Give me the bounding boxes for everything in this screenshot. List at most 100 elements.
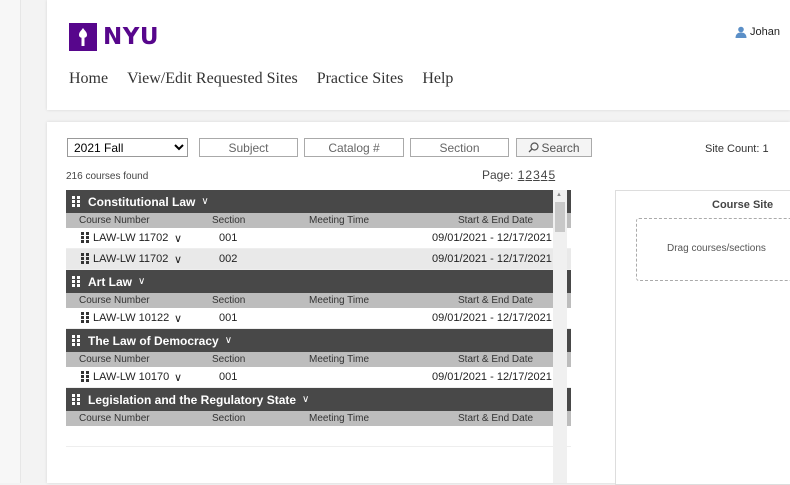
column-header-row: Course Number Section Meeting Time Start… — [66, 213, 571, 228]
drag-handle-icon[interactable] — [72, 334, 81, 347]
drag-handle-icon[interactable] — [81, 253, 90, 265]
site-count: Site Count: 1 — [705, 143, 769, 155]
nav-view-edit-requested-sites[interactable]: View/Edit Requested Sites — [127, 70, 298, 88]
chevron-down-icon[interactable]: ∨ — [174, 371, 182, 384]
col-course-number: Course Number — [79, 295, 150, 306]
course-number: LAW-LW 10170 — [93, 371, 170, 383]
chevron-down-icon[interactable]: ∨ — [174, 232, 182, 245]
drag-handle-icon[interactable] — [72, 275, 81, 288]
drop-zone-text: Drag courses/sections — [667, 243, 766, 254]
col-section: Section — [212, 295, 246, 306]
page-link-5[interactable]: 5 — [548, 168, 555, 182]
col-course-number: Course Number — [79, 215, 150, 226]
search-button[interactable]: Search — [516, 138, 592, 157]
term-select[interactable]: 2021 Fall — [67, 138, 188, 157]
torch-icon — [69, 23, 97, 51]
header-card: NYU Johan Home View/Edit Requested Sites… — [47, 0, 790, 110]
subject-field[interactable]: Subject — [199, 138, 298, 157]
catalog-field[interactable]: Catalog # — [304, 138, 404, 157]
course-drop-zone[interactable]: Drag courses/sections — [636, 218, 790, 281]
search-icon — [529, 142, 540, 153]
group-title: Constitutional Law — [88, 194, 196, 209]
col-dates: Start & End Date — [458, 215, 534, 226]
page-link-1[interactable]: 1 — [518, 168, 525, 182]
site-count-value: 1 — [762, 143, 769, 155]
main-nav: Home View/Edit Requested Sites Practice … — [69, 70, 472, 88]
course-row-partial[interactable] — [66, 426, 571, 447]
courses-found: 216 courses found — [66, 171, 149, 182]
col-course-number: Course Number — [79, 413, 150, 424]
course-row[interactable]: LAW-LW 11702 ∨ 001 09/01/2021 - 12/17/20… — [66, 228, 571, 249]
drag-handle-icon[interactable] — [81, 371, 90, 383]
group-title: Art Law — [88, 274, 133, 289]
chevron-down-icon[interactable]: ∨ — [225, 335, 232, 346]
drag-handle-icon[interactable] — [81, 312, 90, 324]
left-strip — [0, 0, 21, 483]
nyu-logo[interactable]: NYU — [69, 23, 159, 51]
col-section: Section — [212, 413, 246, 424]
group-title: Legislation and the Regulatory State — [88, 392, 297, 407]
logo-text: NYU — [103, 24, 160, 50]
col-section: Section — [212, 354, 246, 365]
search-button-label: Search — [541, 140, 580, 155]
column-header-row: Course Number Section Meeting Time Start… — [66, 411, 571, 426]
course-group-header[interactable]: The Law of Democracy ∨ — [66, 329, 571, 352]
page-link-4[interactable]: 4 — [541, 168, 548, 182]
drag-handle-icon[interactable] — [72, 393, 81, 406]
course-site-title: Course Site — [712, 199, 774, 211]
course-number: LAW-LW 11702 — [93, 253, 169, 265]
drag-handle-icon[interactable] — [72, 195, 81, 208]
page-link-3[interactable]: 3 — [533, 168, 540, 182]
col-dates: Start & End Date — [458, 295, 534, 306]
course-group-header[interactable]: Constitutional Law ∨ — [66, 190, 571, 213]
section-number: 001 — [219, 312, 238, 324]
scroll-up-icon[interactable]: ▲ — [556, 192, 562, 198]
course-group-header[interactable]: Legislation and the Regulatory State ∨ — [66, 388, 571, 411]
chevron-down-icon[interactable]: ∨ — [201, 196, 208, 207]
section-field[interactable]: Section — [410, 138, 509, 157]
search-toolbar: 2021 Fall Subject Catalog # Section Sear… — [67, 138, 592, 157]
pagination: Page: 12345 — [482, 168, 555, 182]
course-group-header[interactable]: Art Law ∨ — [66, 270, 571, 293]
course-dates: 09/01/2021 - 12/17/2021 — [432, 371, 552, 383]
section-number: 001 — [219, 232, 238, 244]
drag-handle-icon[interactable] — [81, 232, 90, 244]
chevron-down-icon[interactable]: ∨ — [302, 394, 309, 405]
page-label: Page: — [482, 168, 514, 182]
course-row[interactable]: LAW-LW 10122 ∨ 001 09/01/2021 - 12/17/20… — [66, 308, 571, 329]
list-scrollbar[interactable]: ▲ — [553, 190, 567, 483]
main-card: 2021 Fall Subject Catalog # Section Sear… — [47, 122, 790, 485]
user-icon — [735, 26, 747, 38]
col-meeting-time: Meeting Time — [309, 413, 370, 424]
course-row[interactable]: LAW-LW 10170 ∨ 001 09/01/2021 - 12/17/20… — [66, 367, 571, 388]
site-count-label: Site Count: — [705, 143, 760, 155]
course-row[interactable]: LAW-LW 11702 ∨ 002 09/01/2021 - 12/17/20… — [66, 249, 571, 270]
col-meeting-time: Meeting Time — [309, 295, 370, 306]
nav-practice-sites[interactable]: Practice Sites — [317, 70, 404, 88]
column-header-row: Course Number Section Meeting Time Start… — [66, 293, 571, 308]
group-title: The Law of Democracy — [88, 333, 219, 348]
col-dates: Start & End Date — [458, 354, 534, 365]
course-list: Constitutional Law ∨ Course Number Secti… — [66, 190, 571, 483]
user-name: Johan — [750, 26, 780, 38]
course-site-panel: Course Site Drag courses/sections — [615, 190, 790, 485]
page-link-2[interactable]: 2 — [525, 168, 532, 182]
nav-help[interactable]: Help — [422, 70, 453, 88]
scrollbar-thumb[interactable] — [555, 202, 565, 232]
col-section: Section — [212, 215, 246, 226]
course-dates: 09/01/2021 - 12/17/2021 — [432, 253, 552, 265]
col-meeting-time: Meeting Time — [309, 354, 370, 365]
course-number: LAW-LW 11702 — [93, 232, 169, 244]
course-dates: 09/01/2021 - 12/17/2021 — [432, 232, 552, 244]
col-meeting-time: Meeting Time — [309, 215, 370, 226]
nav-home[interactable]: Home — [69, 70, 108, 88]
chevron-down-icon[interactable]: ∨ — [174, 253, 182, 266]
section-number: 002 — [219, 253, 238, 265]
column-header-row: Course Number Section Meeting Time Start… — [66, 352, 571, 367]
user-menu[interactable]: Johan — [735, 26, 780, 38]
section-number: 001 — [219, 371, 238, 383]
chevron-down-icon[interactable]: ∨ — [174, 312, 182, 325]
col-course-number: Course Number — [79, 354, 150, 365]
course-number: LAW-LW 10122 — [93, 312, 170, 324]
chevron-down-icon[interactable]: ∨ — [138, 276, 145, 287]
